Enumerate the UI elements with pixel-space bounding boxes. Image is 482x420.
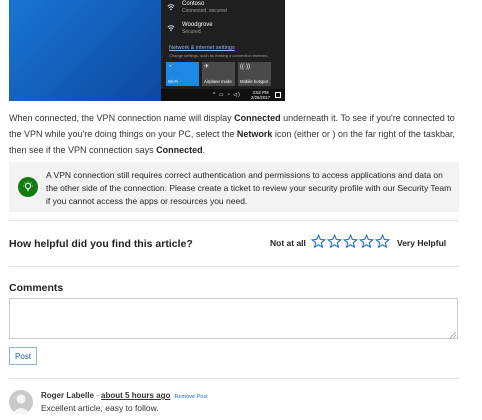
comment-text: Excellent article, easy to follow. (41, 403, 159, 413)
clock-date: 2/25/2017 (251, 95, 271, 100)
tray-icons: ^ ▭ ◔ ◁) (213, 92, 241, 98)
tile-label: Wi-Fi (168, 79, 179, 84)
tile-wifi: ◔ Wi-Fi (166, 62, 199, 86)
tile-mobile-hotspot: ((·)) Mobile hotspot (238, 62, 271, 86)
avatar (9, 390, 33, 414)
para-text: . (202, 145, 206, 155)
post-button[interactable]: Post (9, 347, 37, 365)
comment-input[interactable] (9, 298, 458, 339)
network-flyout: Contoso Connected, secured Woodgrove Sec… (161, 0, 285, 89)
rating-star-3[interactable] (343, 234, 358, 249)
quick-action-tiles: ◔ Wi-Fi ✈ Airplane mode ((·)) Mobile hot… (166, 62, 284, 86)
network-name: Woodgrove (182, 22, 213, 28)
info-callout: A VPN connection still requires correct … (9, 162, 459, 212)
airplane-icon: ✈ (204, 64, 210, 70)
rating-low-label: Not at all (270, 238, 306, 248)
rating-star-2[interactable] (327, 234, 342, 249)
network-item-woodgrove: Woodgrove Secured (165, 22, 283, 38)
para-bold: Connected (234, 113, 281, 123)
tile-label: Airplane mode (204, 79, 232, 84)
rating-star-5[interactable] (375, 234, 390, 249)
divider (9, 220, 459, 221)
wifi-icon (167, 25, 175, 32)
comment-meta: Roger Labelle - about 5 hours ago Remove… (41, 391, 208, 400)
lightbulb-icon (18, 177, 38, 197)
tile-airplane-mode: ✈ Airplane mode (202, 62, 235, 86)
comment-time-link[interactable]: about 5 hours ago (101, 391, 170, 400)
network-name: Contoso (182, 1, 205, 7)
info-text: A VPN connection still requires correct … (46, 170, 452, 206)
network-settings-link: Network & internet settings (169, 45, 235, 51)
taskbar-clock: 3:52 PM 2/25/2017 (251, 90, 270, 100)
vpn-screenshot-image: Contoso Connected, secured Woodgrove Sec… (9, 0, 285, 101)
notification-icon (275, 92, 281, 98)
wifi-icon: ◔ (168, 64, 172, 70)
taskbar: ^ ▭ ◔ ◁) 3:52 PM 2/25/2017 (161, 89, 285, 101)
network-settings-subtext: Change settings, such as making a connec… (169, 53, 269, 58)
rating-star-4[interactable] (359, 234, 374, 249)
article-paragraph: When connected, the VPN connection name … (9, 110, 469, 158)
para-bold: Connected (156, 145, 203, 155)
rating-stars (311, 234, 390, 250)
desktop-background (9, 0, 161, 101)
comment-author: Roger Labelle (41, 391, 94, 400)
comments-heading: Comments (9, 282, 64, 294)
para-text: When connected, the VPN connection name … (9, 113, 235, 123)
wifi-icon (167, 4, 175, 11)
rating-question: How helpful did you find this article? (9, 238, 193, 250)
network-status: Secured (182, 29, 201, 35)
rating-high-label: Very Helpful (397, 238, 447, 248)
remove-post-link[interactable]: Remove Post (175, 394, 208, 400)
network-status: Connected, secured (182, 8, 227, 14)
tile-label: Mobile hotspot (240, 79, 268, 84)
comment-separator: - (96, 391, 99, 400)
rating-star-1[interactable] (311, 234, 326, 249)
user-icon (12, 394, 30, 414)
divider (9, 266, 459, 267)
para-bold: Network (236, 129, 273, 139)
divider (9, 378, 459, 379)
hotspot-icon: ((·)) (240, 64, 250, 70)
network-item-contoso: Contoso Connected, secured (165, 1, 283, 17)
